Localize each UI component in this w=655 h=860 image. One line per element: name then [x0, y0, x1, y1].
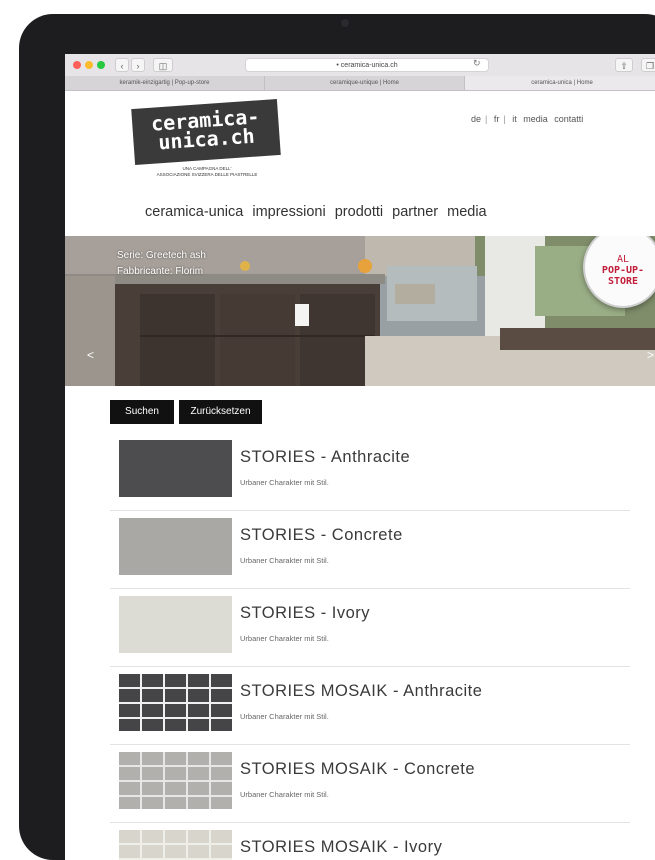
product-subtitle: Urbaner Charakter mit Stil. — [240, 634, 329, 643]
product-subtitle: Urbaner Charakter mit Stil. — [240, 790, 329, 799]
product-thumbnail[interactable] — [119, 518, 232, 575]
nav-impressioni[interactable]: impressioni — [252, 204, 325, 220]
product-title[interactable]: STORIES MOSAIK - Anthracite — [240, 682, 482, 701]
product-subtitle: Urbaner Charakter mit Stil. — [240, 478, 329, 487]
reset-button[interactable]: Zurücksetzen — [179, 400, 262, 424]
product-title[interactable]: STORIES MOSAIK - Concrete — [240, 760, 475, 779]
media-link[interactable]: media — [523, 114, 548, 124]
nav-prodotti[interactable]: prodotti — [335, 204, 383, 220]
forward-icon[interactable]: › — [131, 58, 145, 72]
tabs-overview-icon[interactable]: ❐ — [641, 58, 655, 72]
product-subtitle: Urbaner Charakter mit Stil. — [240, 712, 329, 721]
tablet-frame: ‹ › ◫ • ceramica-unica.ch ↻ ⇧ ❐ keramik-… — [19, 14, 655, 860]
search-button[interactable]: Suchen — [110, 400, 174, 424]
list-item[interactable]: STORIES - Ivory Urbaner Charakter mit St… — [110, 590, 630, 667]
nav-media[interactable]: media — [447, 204, 487, 220]
product-thumbnail[interactable] — [119, 440, 232, 497]
nav-partner[interactable]: partner — [392, 204, 438, 220]
logo-tagline: UNA CAMPAGNA DELL' ASSOCIAZIONE SVIZZERA… — [156, 166, 258, 177]
reload-icon[interactable]: ↻ — [473, 58, 481, 69]
product-subtitle: Urbaner Charakter mit Stil. — [240, 556, 329, 565]
tab-ceramique[interactable]: ceramique-unique | Home — [265, 76, 465, 90]
list-item[interactable]: STORIES MOSAIK - Anthracite Urbaner Char… — [110, 668, 630, 745]
list-item[interactable]: STORIES - Anthracite Urbaner Charakter m… — [110, 434, 630, 511]
share-icon[interactable]: ⇧ — [615, 58, 633, 72]
browser-window: ‹ › ◫ • ceramica-unica.ch ↻ ⇧ ❐ keramik-… — [65, 54, 655, 860]
product-thumbnail[interactable] — [119, 596, 232, 653]
product-title[interactable]: STORIES - Anthracite — [240, 448, 410, 467]
hero-prev-arrow-icon[interactable]: < — [87, 348, 94, 362]
url-text: ceramica-unica.ch — [340, 62, 398, 69]
product-thumbnail[interactable] — [119, 674, 232, 731]
zoom-window-icon[interactable] — [97, 61, 105, 69]
product-title[interactable]: STORIES - Concrete — [240, 526, 403, 545]
product-thumbnail[interactable] — [119, 752, 232, 809]
hero-caption: Serie: Greetech ash Fabbricante: Florim — [117, 250, 206, 277]
camera-icon — [341, 19, 349, 27]
minimize-window-icon[interactable] — [85, 61, 93, 69]
contatti-link[interactable]: contatti — [554, 114, 583, 124]
tab-ceramica[interactable]: ceramica-unica | Home — [465, 76, 655, 90]
close-window-icon[interactable] — [73, 61, 81, 69]
list-item[interactable]: STORIES MOSAIK - Ivory — [110, 824, 630, 860]
list-item[interactable]: STORIES MOSAIK - Concrete Urbaner Charak… — [110, 746, 630, 823]
language-switcher: de | fr | it media contatti — [471, 114, 584, 124]
sidebar-icon[interactable]: ◫ — [153, 58, 173, 72]
site-logo[interactable]: ceramica- unica.ch — [131, 98, 281, 166]
lang-fr[interactable]: fr — [494, 114, 500, 124]
product-thumbnail[interactable] — [119, 830, 232, 860]
lang-it[interactable]: it — [512, 114, 517, 124]
tab-keramik[interactable]: keramik-einzigartig | Pop-up-store — [65, 76, 265, 90]
product-title[interactable]: STORIES - Ivory — [240, 604, 370, 623]
hero-next-arrow-icon[interactable]: > — [647, 348, 654, 362]
back-icon[interactable]: ‹ — [115, 58, 129, 72]
product-title[interactable]: STORIES MOSAIK - Ivory — [240, 838, 442, 857]
hero-slider[interactable]: Serie: Greetech ash Fabbricante: Florim … — [65, 236, 655, 386]
list-item[interactable]: STORIES - Concrete Urbaner Charakter mit… — [110, 512, 630, 589]
browser-toolbar: ‹ › ◫ • ceramica-unica.ch ↻ ⇧ ❐ — [65, 54, 655, 77]
lang-de[interactable]: de — [471, 114, 481, 124]
tab-bar: keramik-einzigartig | Pop-up-store ceram… — [65, 76, 655, 91]
address-bar[interactable]: • ceramica-unica.ch — [245, 58, 489, 72]
nav-ceramica-unica[interactable]: ceramica-unica — [145, 204, 243, 220]
main-nav: ceramica-unica impressioni prodotti part… — [145, 204, 492, 220]
